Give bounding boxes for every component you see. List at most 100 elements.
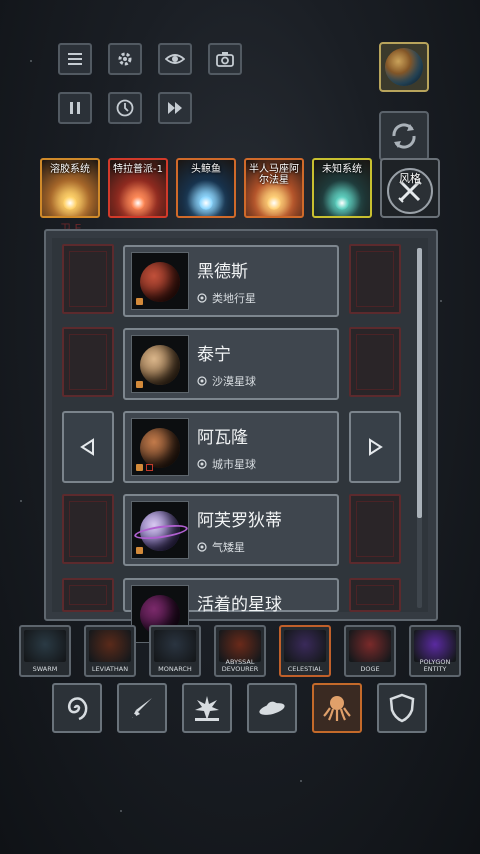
next-button[interactable] bbox=[349, 411, 401, 483]
style-button-label: 风格 bbox=[399, 172, 421, 185]
system-card[interactable]: 头鲸鱼 bbox=[176, 158, 236, 218]
shield-icon bbox=[389, 693, 415, 723]
planet-type-label: 气矮星 bbox=[212, 541, 245, 554]
planet-name: 黑德斯 bbox=[197, 262, 248, 282]
planet-card[interactable]: 黑德斯类地行星 bbox=[123, 245, 339, 317]
menu-icon bbox=[68, 53, 82, 65]
system-card[interactable]: 未知系统 bbox=[312, 158, 372, 218]
faction-button[interactable]: POLYGON ENTITY bbox=[409, 625, 461, 677]
time-button[interactable] bbox=[108, 92, 142, 124]
empty-slot bbox=[62, 327, 114, 397]
faction-label: LEVIATHAN bbox=[91, 665, 129, 673]
planet-card[interactable]: 泰宁沙漠星球 bbox=[123, 328, 339, 400]
planet-type: 类地行星 bbox=[197, 290, 256, 306]
missile-category-button[interactable] bbox=[117, 683, 167, 733]
planet-tag-icon bbox=[136, 464, 143, 471]
shield-category-button[interactable] bbox=[377, 683, 427, 733]
refresh-icon bbox=[392, 123, 416, 149]
planet-image bbox=[140, 428, 180, 468]
system-card[interactable]: 溶胶系统 bbox=[40, 158, 100, 218]
planet-thumbnail bbox=[131, 335, 189, 393]
clock-icon bbox=[116, 99, 134, 117]
galaxy-category-button[interactable] bbox=[52, 683, 102, 733]
triangle-right-icon bbox=[369, 438, 383, 456]
target-icon bbox=[197, 376, 207, 386]
planet-type-label: 类地行星 bbox=[212, 292, 256, 305]
ufo-icon bbox=[259, 701, 285, 715]
missile-icon bbox=[132, 698, 152, 718]
planet-image bbox=[140, 345, 180, 385]
faction-art bbox=[349, 630, 391, 662]
camera-icon bbox=[216, 52, 234, 67]
spiral-galaxy-icon bbox=[68, 697, 88, 721]
planet-tag-icon bbox=[146, 464, 153, 471]
ufo-category-button[interactable] bbox=[247, 683, 297, 733]
settings-button[interactable] bbox=[108, 43, 142, 75]
empty-slot bbox=[349, 578, 401, 612]
planet-thumbnail bbox=[131, 252, 189, 310]
system-card-label: 半人马座阿尔法星 bbox=[249, 164, 299, 186]
triangle-left-icon bbox=[80, 438, 94, 456]
gear-icon bbox=[118, 52, 132, 66]
faction-art bbox=[154, 630, 196, 662]
star-icon bbox=[131, 196, 145, 210]
fast-forward-icon bbox=[168, 102, 182, 114]
explosion-category-button[interactable] bbox=[182, 683, 232, 733]
empty-slot bbox=[349, 327, 401, 397]
faction-label: POLYGON ENTITY bbox=[419, 658, 451, 673]
planet-name: 泰宁 bbox=[197, 345, 231, 365]
octopus-icon bbox=[323, 696, 351, 721]
planet-card[interactable]: 活着的星球 bbox=[123, 578, 339, 643]
globe-icon bbox=[385, 48, 423, 86]
world-view-button[interactable] bbox=[379, 42, 429, 92]
octopus-category-button[interactable] bbox=[312, 683, 362, 733]
explosion-icon bbox=[195, 696, 219, 721]
screenshot-button[interactable] bbox=[208, 43, 242, 75]
system-card-label: 特拉普派-1 bbox=[113, 164, 163, 175]
faction-label: ABYSSAL DEVOURER bbox=[221, 658, 259, 673]
faction-label: CELESTIAL bbox=[287, 665, 323, 673]
star-icon bbox=[199, 196, 213, 210]
pause-button[interactable] bbox=[58, 92, 92, 124]
menu-button[interactable] bbox=[58, 43, 92, 75]
planet-type-label: 城市星球 bbox=[212, 458, 256, 471]
system-card[interactable]: 特拉普派-1 bbox=[108, 158, 168, 218]
planet-name: 阿芙罗狄蒂 bbox=[197, 511, 282, 531]
faction-button[interactable]: LEVIATHAN bbox=[84, 625, 136, 677]
faction-label: SWARM bbox=[32, 665, 58, 673]
faction-button[interactable]: ABYSSAL DEVOURER bbox=[214, 625, 266, 677]
planet-type: 沙漠星球 bbox=[197, 373, 256, 389]
faction-button[interactable]: SWARM bbox=[19, 625, 71, 677]
planet-type: 城市星球 bbox=[197, 456, 256, 472]
faction-button[interactable]: CELESTIAL bbox=[279, 625, 331, 677]
system-card-label: 溶胶系统 bbox=[50, 164, 90, 175]
star-icon bbox=[267, 196, 281, 210]
system-card[interactable]: 半人马座阿尔法星 bbox=[244, 158, 304, 218]
faction-art bbox=[284, 630, 326, 662]
faction-art bbox=[24, 630, 66, 662]
planet-tag-icon bbox=[136, 547, 143, 554]
pause-icon bbox=[70, 102, 80, 114]
prev-button[interactable] bbox=[62, 411, 114, 483]
faction-button[interactable]: DOGE bbox=[344, 625, 396, 677]
planet-card[interactable]: 阿芙罗狄蒂气矮星 bbox=[123, 494, 339, 566]
faction-label: DOGE bbox=[360, 665, 380, 673]
scrollbar-thumb[interactable] bbox=[417, 248, 422, 518]
empty-slot bbox=[62, 494, 114, 564]
planet-thumbnail bbox=[131, 418, 189, 476]
system-card-label: 未知系统 bbox=[322, 164, 362, 175]
empty-slot bbox=[349, 494, 401, 564]
star-icon bbox=[335, 196, 349, 210]
faction-button[interactable]: MONARCH bbox=[149, 625, 201, 677]
planet-tag-icon bbox=[136, 381, 143, 388]
planet-card[interactable]: 阿瓦隆 城市星球 bbox=[123, 411, 339, 483]
faction-art bbox=[89, 630, 131, 662]
planet-type-label: 沙漠星球 bbox=[212, 375, 256, 388]
fast-forward-button[interactable] bbox=[158, 92, 192, 124]
gauge-icon bbox=[197, 293, 207, 303]
empty-slot bbox=[62, 244, 114, 314]
refresh-button[interactable] bbox=[379, 111, 429, 161]
visibility-button[interactable] bbox=[158, 43, 192, 75]
star-icon bbox=[63, 196, 77, 210]
style-button[interactable]: 风格 bbox=[380, 158, 440, 218]
